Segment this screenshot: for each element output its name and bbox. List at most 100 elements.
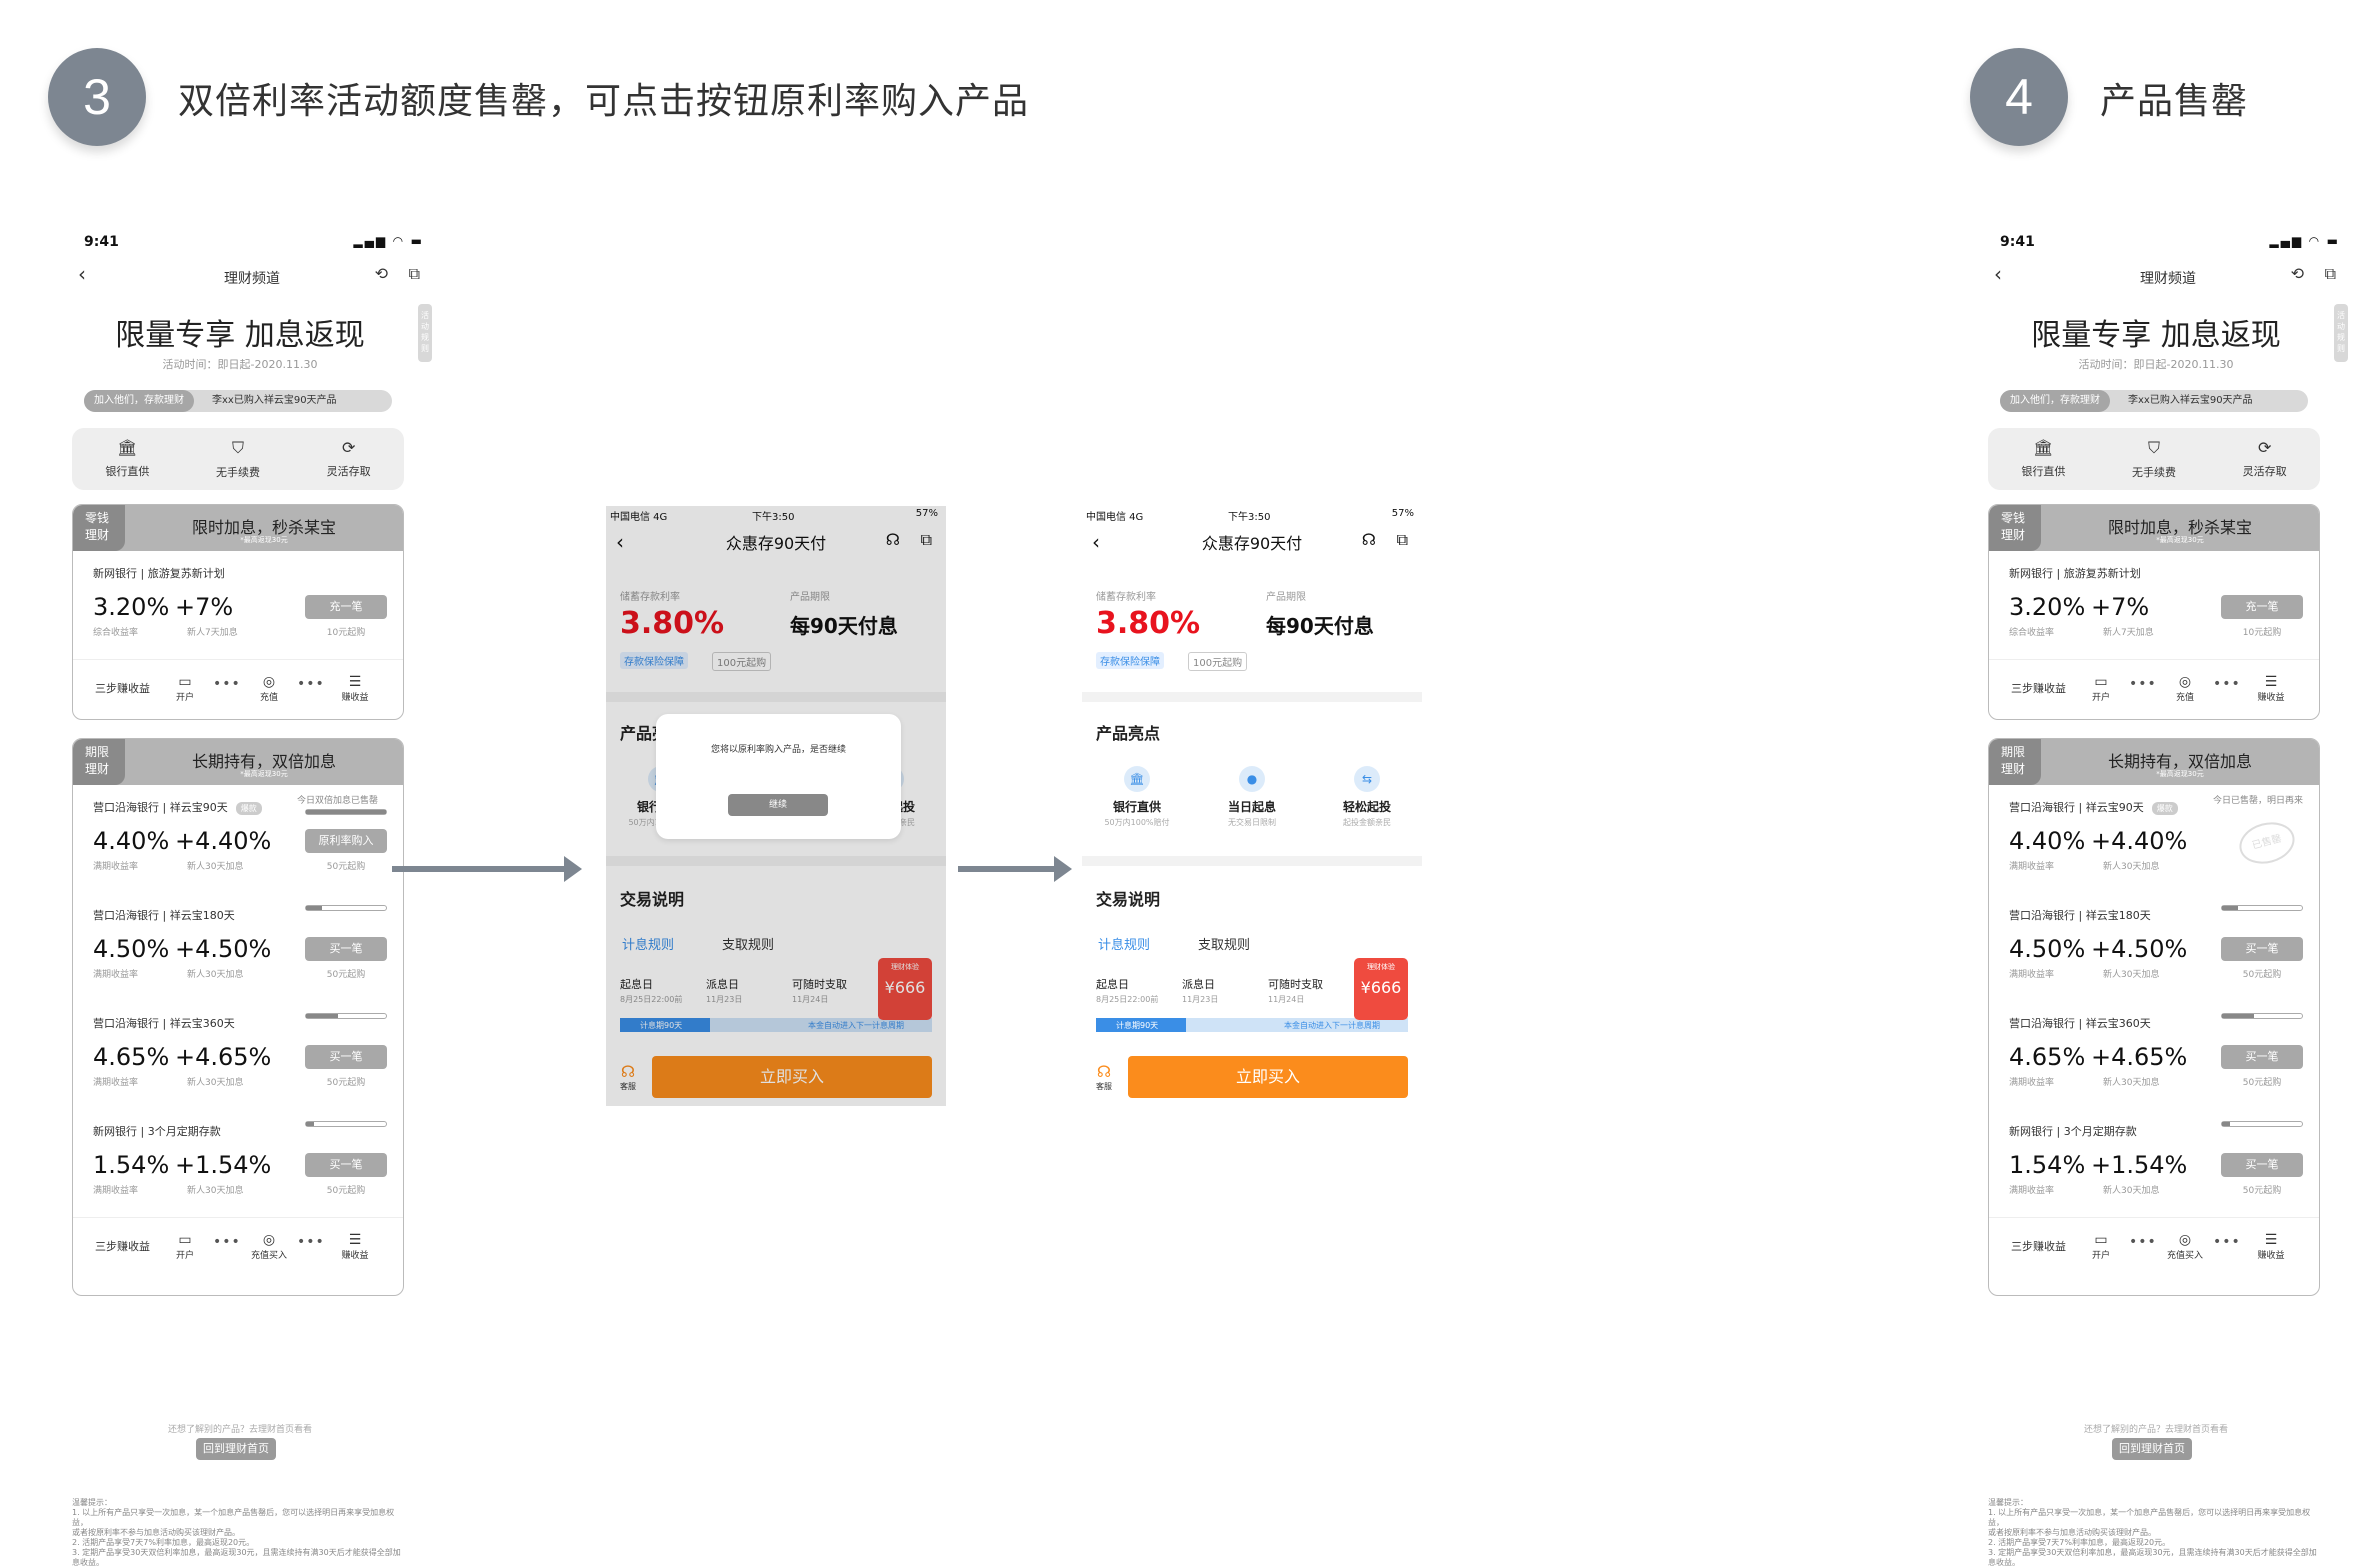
- deposit-button[interactable]: 充一笔: [2221, 595, 2303, 619]
- recharge-icon: ◎: [262, 674, 276, 690]
- page-title: 限量专享 加息返现: [115, 318, 365, 353]
- status-bar: 9:41 ▂▄▆ ◠ ▬: [84, 234, 424, 250]
- coins-icon: ☰: [2264, 1232, 2278, 1248]
- three-steps: 三步赚收益 ▭ 开户 ••• ◎ 充值 ••• ☰ 赚收益: [1989, 659, 2319, 719]
- refresh-icon[interactable]: ⟲: [375, 264, 388, 283]
- highlights-title: 产品亮点: [1096, 724, 1161, 743]
- three-steps: 三步赚收益 ▭ 开户 ••• ◎ 充值买入 ••• ☰ 赚收益: [73, 1217, 403, 1277]
- recharge-icon: ◎: [2178, 1232, 2192, 1248]
- card-icon: ▭: [178, 1232, 192, 1248]
- coins-icon: ☰: [348, 674, 362, 690]
- trade-title: 交易说明: [1096, 890, 1161, 909]
- signal-icon: ▂▄▆ ◠ ▬: [353, 234, 424, 248]
- product-row[interactable]: 新网银行 | 3个月定期存款 1.54% +1.54% 满期收益率 新人30天加息 买一笔…: [1989, 1109, 2319, 1217]
- bank-icon: 🏛: [1124, 766, 1150, 792]
- product-row[interactable]: 营口沿海银行 | 祥云宝180天 4.50% +4.50% 满期收益率 新人30天加息买…: [73, 893, 403, 1001]
- cycle-icon: ⟳: [2257, 438, 2272, 457]
- tab-interest-rules[interactable]: 计息规则: [1098, 934, 1150, 953]
- buy-button[interactable]: 买一笔: [2221, 1153, 2303, 1177]
- demand-product-card: 零钱 理财 限时加息，秒杀某宝 *最高返现30元 新网银行 | 旅游复苏新计划 3.2…: [72, 504, 404, 720]
- feature-bar: 🏛 银行直供 ⛉ 无手续费 ⟳ 灵活存取: [1988, 428, 2320, 490]
- red-packet[interactable]: 理财体验 ¥666: [1354, 958, 1408, 1020]
- signal-icon: ▂▄▆ ◠ ▬: [2269, 234, 2340, 248]
- bank-icon: 🏛: [2033, 438, 2054, 457]
- tab-withdraw-rules[interactable]: 支取规则: [1198, 934, 1250, 953]
- nav-bar: ‹ 理财频道 ⟲ ⧉: [1988, 262, 2348, 288]
- transfer-icon: ⇆: [1354, 766, 1380, 792]
- product-row[interactable]: 营口沿海银行 | 祥云宝360天 4.65% +4.65% 满期收益率 新人30天加息买…: [1989, 1001, 2319, 1109]
- period-value: 每90天付息: [1266, 614, 1374, 638]
- feature-item: ⟳ 灵活存取: [293, 428, 404, 490]
- feature-item: 🏛 银行直供: [72, 428, 183, 490]
- product-row[interactable]: 营口沿海银行 | 祥云宝90天 爆款 4.40% +4.40% 满期收益率 新人30天加息…: [73, 785, 403, 893]
- feature-bar: 🏛 银行直供 ⛉ 无手续费 ⟳ 灵活存取: [72, 428, 404, 490]
- product-row[interactable]: 营口沿海银行 | 祥云宝180天 4.50% +4.50% 满期收益率 新人30天加息买…: [1989, 893, 2319, 1001]
- step-3-title: 双倍利率活动额度售罄，可点击按钮原利率购入产品: [178, 81, 1030, 122]
- footer-hint: 还想了解别的产品？去理财首页看看: [167, 1425, 312, 1435]
- flow-arrow: [958, 856, 1072, 882]
- buy-button[interactable]: 买一笔: [305, 937, 387, 961]
- product-row[interactable]: 新网银行 | 旅游复苏新计划 3.20% +7% 综合收益率 新人7天加息 充一笔 …: [73, 551, 403, 659]
- tips: 温馨提示： 1. 以上所有产品只享受一次加息，某一个加息产品售罄后，您可以选择明日…: [1988, 1498, 2317, 1567]
- three-steps: 三步赚收益 ▭ 开户 ••• ◎ 充值买入 ••• ☰ 赚收益: [1989, 1217, 2319, 1277]
- refresh-icon[interactable]: ⟲: [2291, 264, 2304, 283]
- original-rate-buy-button[interactable]: 原利率购入: [305, 829, 387, 853]
- continue-button[interactable]: 继续: [728, 794, 828, 816]
- demand-product-card: 零钱 理财 限时加息，秒杀某宝 *最高返现30元 新网银行 | 旅游复苏新计划 3.2…: [1988, 504, 2320, 720]
- share-icon[interactable]: ⧉: [409, 264, 420, 284]
- feature-item: ⛉ 无手续费: [2099, 428, 2210, 490]
- sold-out-stamp: 已售罄: [2234, 816, 2300, 870]
- min-badge: 100元起购: [1188, 652, 1248, 671]
- rate-value: 3.80%: [1096, 606, 1201, 641]
- shield-icon: ⛉: [2148, 438, 2161, 457]
- detail-page: 中国电信 4G 下午3:50 57% ‹ 众惠存90天付 ☊ ⧉ 储蓄存款利率 产品期限 …: [1082, 506, 1422, 1106]
- share-icon[interactable]: ⧉: [1397, 530, 1408, 550]
- buy-button[interactable]: 买一笔: [2221, 937, 2303, 961]
- activity-time: 活动时间：即日起-2020.11.30: [2078, 358, 2234, 371]
- service-button[interactable]: ☊ 客服: [1096, 1062, 1112, 1092]
- buy-button[interactable]: 买一笔: [2221, 1045, 2303, 1069]
- detail-page-dialog: 中国电信 4G 下午3:50 57% ‹ 众惠存90天付 ☊ ⧉ 储蓄存款利率 产品期限 …: [606, 506, 946, 1106]
- product-row[interactable]: 营口沿海银行 | 祥云宝360天 4.65% +4.65% 满期收益率 新人30天加息买…: [73, 1001, 403, 1109]
- buy-button[interactable]: 买一笔: [305, 1153, 387, 1177]
- interest-timeline: 计息期90天 本金自动进入下一计息周期: [1096, 1018, 1408, 1032]
- back-home-button[interactable]: 回到理财首页: [2112, 1438, 2192, 1460]
- tips: 温馨提示： 1. 以上所有产品只享受一次加息，某一个加息产品售罄后，您可以选择明日…: [72, 1498, 401, 1567]
- feature-item: ⟳ 灵活存取: [2209, 428, 2320, 490]
- rules-side-tab[interactable]: 活动规则: [418, 304, 432, 362]
- product-row[interactable]: 营口沿海银行 | 祥云宝90天 爆款 4.40% +4.40% 满期收益率 新人30天加息…: [1989, 785, 2319, 893]
- back-home-button[interactable]: 回到理财首页: [196, 1438, 276, 1460]
- clock-icon: ●: [1239, 766, 1265, 792]
- rules-side-tab[interactable]: 活动规则: [2334, 304, 2348, 362]
- status-bar: 中国电信 4G 下午3:50 57%: [1086, 508, 1414, 523]
- status-bar: 9:41 ▂▄▆ ◠ ▬: [2000, 234, 2340, 250]
- feature-item: ⛉ 无手续费: [183, 428, 294, 490]
- term-product-card: 期限 理财 长期持有，双倍加息 *最高返现30元 营口沿海银行 | 祥云宝90天 爆款 4…: [1988, 738, 2320, 1296]
- shield-icon: ⛉: [232, 438, 245, 457]
- share-icon[interactable]: ⧉: [2325, 264, 2336, 284]
- step-4-title: 产品售罄: [2100, 81, 2249, 122]
- confirm-dialog: 您将以原利率购入产品，是否继续 继续: [656, 714, 901, 839]
- nav-bar: ‹ 理财频道 ⟲ ⧉: [72, 262, 432, 288]
- deposit-button[interactable]: 充一笔: [305, 595, 387, 619]
- footer-hint: 还想了解别的产品？去理财首页看看: [2083, 1425, 2228, 1435]
- term-product-card: 期限 理财 长期持有，双倍加息 *最高返现30元 营口沿海银行 | 祥云宝90天 爆款 4…: [72, 738, 404, 1296]
- bank-icon: 🏛: [117, 438, 138, 457]
- product-row[interactable]: 新网银行 | 3个月定期存款 1.54% +1.54% 满期收益率 新人30天加息 买一笔…: [73, 1109, 403, 1217]
- service-icon[interactable]: ☊: [1362, 530, 1376, 549]
- step-3-badge: 3: [48, 48, 146, 146]
- product-row[interactable]: 新网银行 | 旅游复苏新计划 3.20% +7% 综合收益率 新人7天加息 充一笔 …: [1989, 551, 2319, 659]
- buy-now-button[interactable]: 立即买入: [1128, 1056, 1408, 1098]
- card-icon: ▭: [178, 674, 192, 690]
- card-icon: ▭: [2094, 674, 2108, 690]
- three-steps: 三步赚收益 ▭ 开户 ••• ◎ 充值 ••• ☰ 赚收益: [73, 659, 403, 719]
- recharge-icon: ◎: [2178, 674, 2192, 690]
- purchase-ticker: 加入他们，存款理财 李xx已购入祥云宝90天产品: [84, 390, 392, 412]
- page-title: 限量专享 加息返现: [2031, 318, 2281, 353]
- card-icon: ▭: [2094, 1232, 2108, 1248]
- channel-page-step4: 9:41 ▂▄▆ ◠ ▬ ‹ 理财频道 ⟲ ⧉ 活动规则 限量专享 加息返现 活动…: [1988, 232, 2348, 1567]
- activity-time: 活动时间：即日起-2020.11.30: [162, 358, 318, 371]
- coins-icon: ☰: [348, 1232, 362, 1248]
- purchase-ticker: 加入他们，存款理财 李xx已购入祥云宝90天产品: [2000, 390, 2308, 412]
- buy-button[interactable]: 买一笔: [305, 1045, 387, 1069]
